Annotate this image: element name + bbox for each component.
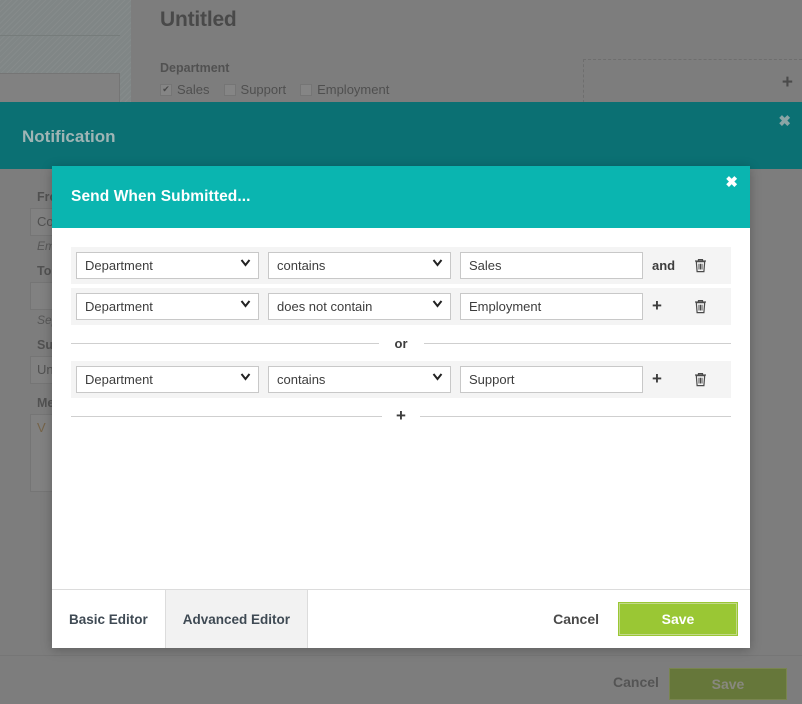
cancel-button[interactable]: Cancel [539,605,613,633]
rule-operator-select[interactable]: contains [268,366,451,393]
rule-value-input[interactable]: Employment [460,293,643,320]
trash-icon[interactable] [680,298,720,316]
rule-operator-value: does not contain [277,299,373,314]
rule-operator-select[interactable]: contains [268,252,451,279]
save-button[interactable]: Save [618,602,738,636]
rule-row: Department does not contain Employment + [71,288,731,325]
chevron-down-icon [432,257,443,268]
footer-spacer [308,590,539,648]
add-rule-button[interactable]: + [652,370,680,389]
close-icon[interactable]: ✖ [775,111,794,132]
screen-root: Untitled Department Sales Support Employ… [0,0,802,704]
add-group-divider: + [71,398,731,434]
group-separator-or: or [71,325,731,361]
trash-icon[interactable] [680,257,720,275]
chevron-down-icon [240,371,251,382]
rule-field-select[interactable]: Department [76,293,259,320]
rule-operator-select[interactable]: does not contain [268,293,451,320]
editor-tabs: Basic Editor Advanced Editor [52,590,309,648]
rule-field-value: Department [85,372,153,387]
chevron-down-icon [432,371,443,382]
chevron-down-icon [240,257,251,268]
dialog-body: Department contains Sales and Department… [52,228,750,589]
rule-operator-value: contains [277,258,326,273]
footer-actions: Cancel Save [539,590,750,648]
dialog-footer: Basic Editor Advanced Editor Cancel Save [52,589,750,648]
rule-field-select[interactable]: Department [76,366,259,393]
rule-row: Department contains Sales and [71,247,731,284]
rule-value-input[interactable]: Support [460,366,643,393]
chevron-down-icon [432,298,443,309]
tab-advanced-editor[interactable]: Advanced Editor [165,590,309,648]
rule-field-value: Department [85,258,153,273]
separator-line-right [423,342,731,344]
rule-group: Department contains Sales and Department… [71,247,731,325]
dialog-header: Send When Submitted... ✖ [52,166,750,228]
dialog-title: Send When Submitted... [71,188,251,205]
separator-line-left [71,415,383,417]
rule-row: Department contains Support + [71,361,731,398]
notification-dialog-title: Notification [22,127,116,146]
chevron-down-icon [240,298,251,309]
add-rule-button[interactable]: + [652,297,680,316]
rule-operator-value: contains [277,372,326,387]
tab-basic-editor[interactable]: Basic Editor [52,590,166,648]
close-icon[interactable]: ✖ [722,172,741,193]
group-separator-label: or [394,335,408,351]
trash-icon[interactable] [680,371,720,389]
separator-line-left [71,342,379,344]
rule-conjunction-label: and [652,258,676,273]
rule-group: Department contains Support + [71,361,731,398]
add-group-button[interactable]: + [382,407,420,426]
separator-line-right [419,415,731,417]
notification-dialog-header: Notification ✖ [0,102,802,169]
rule-field-select[interactable]: Department [76,252,259,279]
rule-value-input[interactable]: Sales [460,252,643,279]
send-when-submitted-dialog: Send When Submitted... ✖ Department cont… [52,166,750,648]
rule-field-value: Department [85,299,153,314]
